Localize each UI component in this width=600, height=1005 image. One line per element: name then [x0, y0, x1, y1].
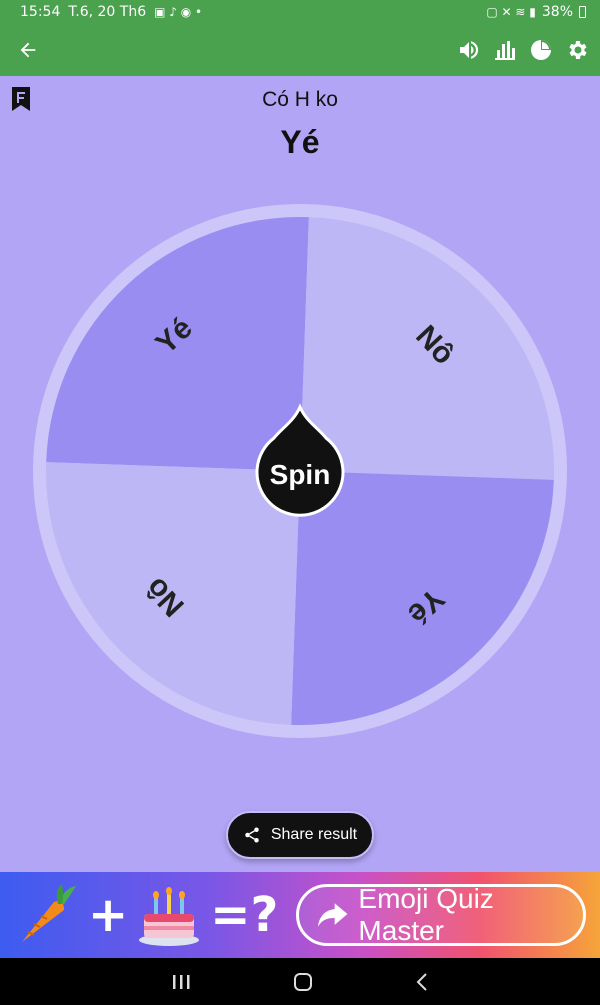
ad-banner[interactable]: + =? Emoji Quiz Master	[0, 872, 600, 958]
carrot-icon	[22, 884, 76, 942]
system-icons: ▢ ✕ ≋ ▮	[486, 5, 536, 19]
settings-button[interactable]	[564, 37, 590, 63]
gear-icon	[569, 41, 587, 59]
ad-equation: + =?	[14, 882, 278, 948]
share-result-button[interactable]: Share result	[226, 811, 374, 859]
back-nav-button[interactable]	[415, 972, 429, 992]
pie-chart-icon	[531, 40, 551, 60]
cake-icon	[139, 887, 200, 946]
spin-label: Spin	[270, 459, 331, 490]
status-time: 15:54	[20, 4, 61, 20]
share-icon	[245, 827, 259, 843]
ad-equals: =?	[210, 887, 279, 943]
main-content: Có H ko Yé Yé Nô Yé Nô Spin Share result	[0, 76, 600, 872]
notification-icons: ▣ ♪ ◉ •	[154, 5, 203, 19]
status-date: T.6, 20 Th6	[68, 4, 147, 20]
ad-plus: +	[88, 887, 129, 943]
battery-icon	[579, 6, 586, 18]
statistics-button[interactable]	[492, 37, 518, 63]
bar-chart-icon	[495, 41, 515, 60]
spin-wheel[interactable]: Yé NôYéNô Spin	[0, 76, 600, 872]
volume-button[interactable]	[456, 37, 482, 63]
back-button[interactable]	[10, 32, 46, 68]
share-arrow-icon	[317, 903, 348, 927]
recent-apps-button[interactable]	[171, 973, 191, 991]
ad-cta-label: Emoji Quiz Master	[358, 883, 494, 946]
system-nav-bar	[0, 958, 600, 1005]
home-button[interactable]	[293, 972, 313, 992]
volume-icon	[460, 41, 479, 59]
ad-cta-button[interactable]: Emoji Quiz Master	[296, 883, 586, 946]
pie-chart-button[interactable]	[528, 37, 554, 63]
status-bar: 15:54 T.6, 20 Th6 ▣ ♪ ◉ • ▢ ✕ ≋ ▮ 38%	[0, 0, 600, 24]
battery-level: 38%	[541, 4, 573, 20]
arrow-left-icon	[20, 42, 36, 58]
share-label: Share result	[270, 826, 358, 843]
app-bar	[0, 24, 600, 76]
